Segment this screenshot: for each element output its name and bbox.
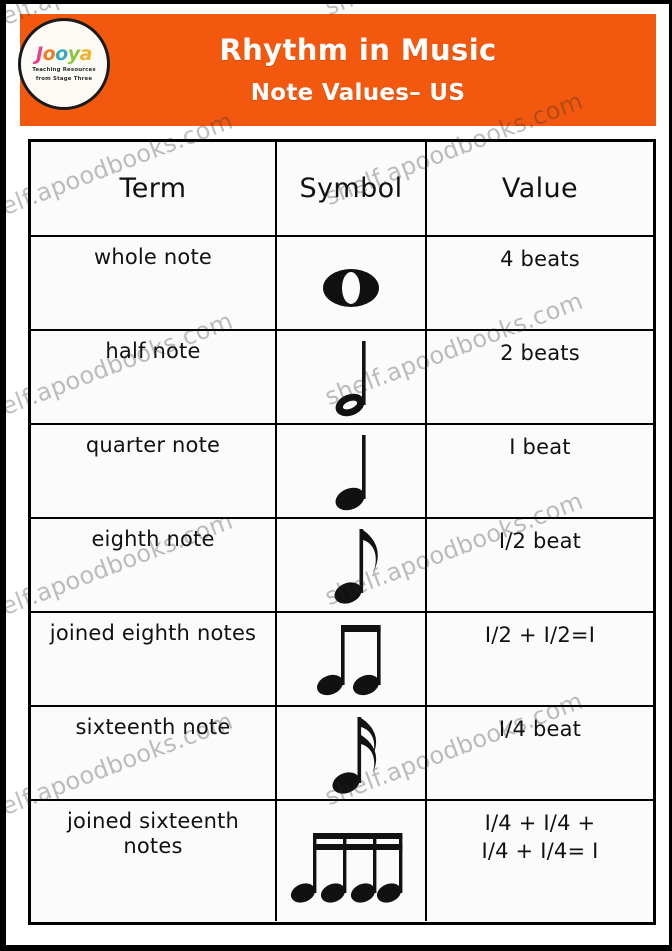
- column-header-term: Term: [31, 142, 277, 235]
- row-term-label: half note: [105, 339, 201, 363]
- logo-letter-a: a: [79, 43, 93, 66]
- table-row: half note 2 beats: [31, 331, 653, 425]
- row-value: I/2 beat: [427, 519, 653, 611]
- row-symbol: [277, 519, 427, 611]
- row-value: 4 beats: [427, 237, 653, 329]
- row-term: joined sixteenth notes: [31, 801, 277, 921]
- note-values-table: Term Symbol Value whole note 4 beats hal…: [28, 139, 656, 925]
- row-value-label: I/2 + I/2=I: [484, 623, 596, 647]
- logo-letter-o1: o: [42, 43, 56, 66]
- row-value-line2: I/4 + I/4= I: [481, 839, 599, 864]
- row-term-label: quarter note: [85, 433, 221, 457]
- row-symbol: [277, 613, 427, 705]
- row-value: I/2 + I/2=I: [427, 613, 653, 705]
- banner-text-group: Rhythm in Music Note Values– US: [20, 14, 656, 126]
- column-header-value-label: Value: [501, 173, 579, 204]
- table-row: joined sixteenth notes I/4 + I/4 + I/4 +…: [31, 801, 653, 921]
- row-value: I/4 beat: [427, 707, 653, 799]
- row-value-line1: I/4 + I/4 +: [484, 811, 596, 835]
- poster-inner: Rhythm in Music Note Values– US Jooya Te…: [6, 4, 669, 945]
- row-term: whole note: [31, 237, 277, 329]
- row-term-label: eighth note: [91, 527, 215, 551]
- logo-tagline-line1: Teaching Resources: [32, 67, 96, 74]
- brand-logo: Jooya Teaching Resources from Stage Thre…: [18, 18, 110, 110]
- logo-tagline-line2: from Stage Three: [35, 75, 93, 82]
- row-term: half note: [31, 331, 277, 423]
- row-term-label: joined eighth notes: [49, 621, 257, 645]
- page-title: Rhythm in Music: [219, 32, 497, 67]
- sixteenth-note-icon: [277, 707, 425, 799]
- column-header-symbol-label: Symbol: [299, 173, 403, 204]
- half-note-icon: [277, 331, 425, 423]
- quarter-note-icon: [277, 425, 425, 517]
- row-value-label: 4 beats: [500, 247, 580, 271]
- row-value: I beat: [427, 425, 653, 517]
- row-value-label-multiline: I/4 + I/4 + I/4 + I/4= I: [481, 809, 598, 866]
- row-term: joined eighth notes: [31, 613, 277, 705]
- eighth-note-icon: [277, 519, 425, 611]
- row-symbol: [277, 707, 427, 799]
- column-header-term-label: Term: [119, 173, 187, 204]
- row-symbol: [277, 331, 427, 423]
- row-symbol: [277, 425, 427, 517]
- table-row: whole note 4 beats: [31, 237, 653, 331]
- column-header-symbol: Symbol: [277, 142, 427, 235]
- row-value-label: I/4 beat: [498, 717, 582, 741]
- row-term: sixteenth note: [31, 707, 277, 799]
- row-term-label: sixteenth note: [75, 715, 231, 739]
- row-symbol: [277, 801, 427, 921]
- table-header-row: Term Symbol Value: [31, 142, 653, 237]
- row-term-label: joined sixteenth notes: [66, 809, 240, 858]
- poster-page: Rhythm in Music Note Values– US Jooya Te…: [0, 0, 672, 951]
- row-term: eighth note: [31, 519, 277, 611]
- row-value: 2 beats: [427, 331, 653, 423]
- table-row: sixteenth note I/4 beat: [31, 707, 653, 801]
- joined-sixteenth-notes-icon: [277, 801, 425, 921]
- row-value-label: 2 beats: [500, 341, 580, 365]
- row-term: quarter note: [31, 425, 277, 517]
- row-term-label: whole note: [93, 245, 213, 269]
- row-symbol: [277, 237, 427, 329]
- row-value: I/4 + I/4 + I/4 + I/4= I: [427, 801, 653, 921]
- table-row: quarter note I beat: [31, 425, 653, 519]
- header-banner: Rhythm in Music Note Values– US: [20, 14, 656, 126]
- table-row: joined eighth notes I/2 + I/2=I: [31, 613, 653, 707]
- joined-eighth-notes-icon: [277, 613, 425, 705]
- logo-letter-y: y: [67, 43, 80, 66]
- row-value-label: I/2 beat: [498, 529, 582, 553]
- logo-letter-o2: o: [55, 43, 68, 66]
- column-header-value: Value: [427, 142, 653, 235]
- logo-letter-j: J: [36, 43, 43, 66]
- logo-wordmark: Jooya: [36, 45, 92, 64]
- row-value-label: I beat: [509, 435, 571, 459]
- table-row: eighth note I/2 beat: [31, 519, 653, 613]
- whole-note-icon: [277, 237, 425, 329]
- page-subtitle: Note Values– US: [250, 80, 466, 107]
